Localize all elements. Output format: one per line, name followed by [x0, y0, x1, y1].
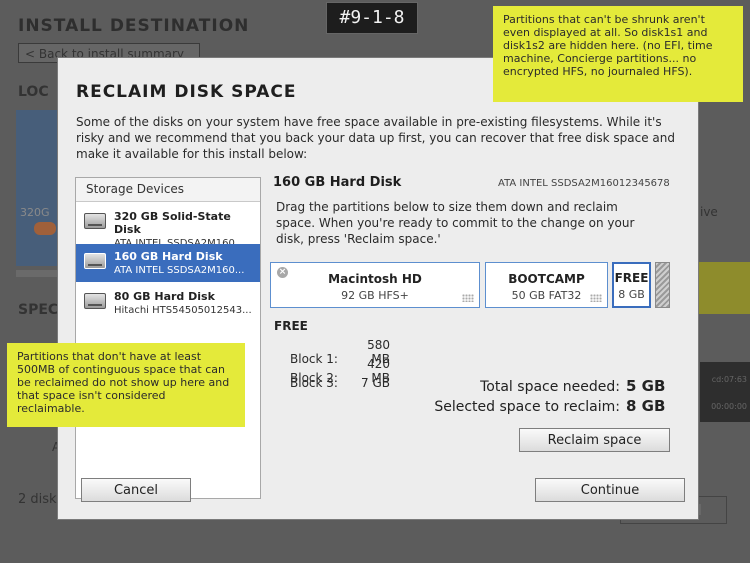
partition-free[interactable]: FREE 8 GB — [612, 262, 651, 308]
background-dark-panel: cd:07:63 00:00:00 — [700, 362, 750, 422]
background-disk-size: 320G — [20, 206, 50, 219]
background-dark-value: cd:07:63 — [711, 375, 747, 384]
dialog-intro-text: Some of the disks on your system have fr… — [76, 115, 675, 161]
partition-macintosh-hd[interactable]: × Macintosh HD 92 GB HFS+ — [270, 262, 480, 308]
device-item-160gb[interactable]: 160 GB Hard Disk ATA INTEL SSDSA2M160... — [76, 244, 260, 282]
hard-disk-icon — [84, 293, 106, 309]
annotation-stamp: #9-1-8 — [326, 2, 418, 34]
device-name: 80 GB Hard Disk — [114, 290, 215, 303]
device-model: ATA INTEL SSDSA2M160... — [114, 265, 245, 276]
partition-name: BOOTCAMP — [508, 272, 585, 286]
reclaim-space-button[interactable]: Reclaim space — [519, 428, 670, 452]
total-space-needed: Total space needed: 5 GB — [480, 377, 666, 395]
selected-disk-name: 160 GB Hard Disk — [273, 175, 402, 190]
selected-disk-model: ATA INTEL SSDSA2M16012345678 — [498, 178, 670, 189]
free-block-value: 7 GB — [361, 376, 390, 390]
drag-instructions: Drag the partitions below to size them d… — [276, 200, 635, 246]
selected-space-to-reclaim: Selected space to reclaim: 8 GB — [434, 397, 666, 415]
background-yellow-panel — [698, 262, 750, 314]
remove-partition-icon[interactable]: × — [277, 267, 288, 278]
total-space-needed-value: 5 GB — [626, 377, 666, 395]
partition-bootcamp[interactable]: BOOTCAMP 50 GB FAT32 — [485, 262, 608, 308]
hard-disk-icon — [84, 253, 106, 269]
storage-devices-header: Storage Devices — [76, 178, 260, 202]
background-dark-value: 00:00:00 — [711, 402, 747, 411]
reclaim-disk-space-dialog: RECLAIM DISK SPACE Some of the disks on … — [57, 57, 699, 520]
background-spec-label: SPEC — [18, 302, 59, 318]
partition-info: 50 GB FAT32 — [511, 289, 582, 302]
background-right-text: ive — [700, 205, 718, 219]
background-scrollbar — [16, 270, 58, 277]
partition-name: Macintosh HD — [328, 272, 422, 286]
partition-name: FREE — [614, 271, 649, 285]
background-disk-badge — [34, 222, 56, 235]
device-name: 160 GB Hard Disk — [114, 250, 223, 263]
free-blocks-title: FREE — [274, 319, 308, 333]
free-block-label: Block 3: — [290, 376, 338, 390]
annotation-note-top: Partitions that can't be shrunk aren't e… — [493, 6, 743, 102]
background-local-label: LOC — [18, 84, 49, 100]
free-block-row: Block 3: 7 GB — [290, 376, 390, 390]
storage-devices-list: Storage Devices 320 GB Solid-State Disk … — [75, 177, 261, 499]
continue-button[interactable]: Continue — [535, 478, 685, 502]
resize-grip-icon[interactable] — [590, 294, 602, 302]
resize-grip-icon[interactable] — [462, 294, 474, 302]
total-space-needed-label: Total space needed: — [480, 379, 620, 395]
unallocated-partition-stub — [655, 262, 670, 308]
dialog-title: RECLAIM DISK SPACE — [76, 82, 297, 102]
device-name: 320 GB Solid-State Disk — [114, 210, 231, 236]
selected-space-label: Selected space to reclaim: — [434, 399, 620, 415]
background-title: INSTALL DESTINATION — [18, 16, 250, 36]
partition-info: 8 GB — [618, 288, 645, 301]
device-item-80gb[interactable]: 80 GB Hard Disk Hitachi HTS54505012543..… — [76, 284, 260, 322]
cancel-button[interactable]: Cancel — [81, 478, 191, 502]
selected-space-value: 8 GB — [626, 397, 666, 415]
hard-disk-icon — [84, 213, 106, 229]
background-disk-summary: 2 disk — [18, 492, 57, 507]
annotation-note-left: Partitions that don't have at least 500M… — [7, 343, 245, 427]
partition-info: 92 GB HFS+ — [341, 289, 409, 302]
device-model: Hitachi HTS54505012543... — [114, 305, 252, 316]
device-item-320gb[interactable]: 320 GB Solid-State Disk ATA INTEL SSDSA2… — [76, 204, 260, 249]
